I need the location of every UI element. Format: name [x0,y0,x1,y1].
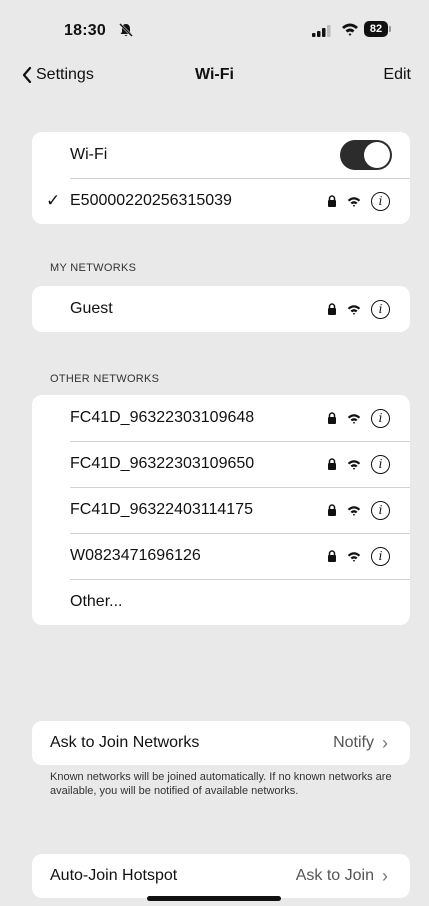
network-name: FC41D_96322303109648 [70,409,255,426]
other-networks-header: OTHER NETWORKS [50,373,160,385]
network-name: W0823471696126 [70,547,201,564]
wifi-label: Wi-Fi [70,146,108,163]
info-icon[interactable]: i [371,546,390,566]
network-row[interactable]: FC41D_96322303109648 i [32,395,410,441]
info-icon[interactable]: i [371,299,390,319]
network-row[interactable]: W0823471696126 i [32,533,410,579]
lock-icon [328,412,336,424]
info-icon[interactable]: i [371,191,390,211]
wifi-strength-icon [347,304,361,315]
other-network-row[interactable]: Other... [32,579,410,625]
chevron-right-icon: › [382,732,388,753]
page-title: Wi-Fi [195,66,234,83]
network-row[interactable]: FC41D_96322403114175 i [32,487,410,533]
silent-bell-icon [119,23,133,37]
other-networks-card: FC41D_96322303109648 i FC41D_96322303109… [32,395,410,625]
lock-icon [328,550,336,562]
info-icon[interactable]: i [371,500,390,520]
battery-indicator: 82 [364,21,391,37]
cellular-signal-icon [312,25,331,37]
info-icon[interactable]: i [371,454,390,474]
network-row[interactable]: FC41D_96322303109650 i [32,441,410,487]
wifi-status-icon [342,23,358,36]
network-name: E50000220256315039 [70,192,232,209]
lock-icon [328,195,336,207]
status-time: 18:30 [64,22,106,39]
wifi-strength-icon [347,459,361,470]
wifi-strength-icon [347,551,361,562]
chevron-right-icon: › [382,865,388,886]
wifi-toggle-row: Wi-Fi [32,132,410,178]
wifi-strength-icon [347,196,361,207]
wifi-strength-icon [347,505,361,516]
auto-join-hotspot-value: Ask to Join [295,867,374,884]
ask-to-join-footnote: Known networks will be joined automatica… [50,771,392,797]
other-network-label: Other... [70,593,123,610]
wifi-toggle[interactable] [340,140,392,170]
lock-icon [328,458,336,470]
auto-join-hotspot-row[interactable]: Auto-Join Hotspot Ask to Join › [32,854,410,898]
network-name: FC41D_96322403114175 [70,501,253,518]
ask-to-join-row[interactable]: Ask to Join Networks Notify › [32,721,410,765]
my-networks-header: MY NETWORKS [50,262,137,274]
wifi-card: Wi-Fi ✓ E50000220256315039 i [32,132,410,224]
info-icon[interactable]: i [371,408,390,428]
checkmark-icon: ✓ [46,191,61,210]
lock-icon [328,504,336,516]
home-indicator[interactable] [147,896,281,901]
network-name: Guest [70,300,113,317]
wifi-strength-icon [347,413,361,424]
network-name: FC41D_96322303109650 [70,455,255,472]
connected-network-row[interactable]: ✓ E50000220256315039 i [32,178,410,224]
ask-to-join-value: Notify [333,734,374,751]
ask-to-join-label: Ask to Join Networks [50,734,200,751]
network-row[interactable]: Guest i [32,286,410,332]
lock-icon [328,303,336,315]
edit-button[interactable]: Edit [383,66,411,84]
auto-join-hotspot-label: Auto-Join Hotspot [50,867,178,884]
my-networks-card: Guest i [32,286,410,332]
